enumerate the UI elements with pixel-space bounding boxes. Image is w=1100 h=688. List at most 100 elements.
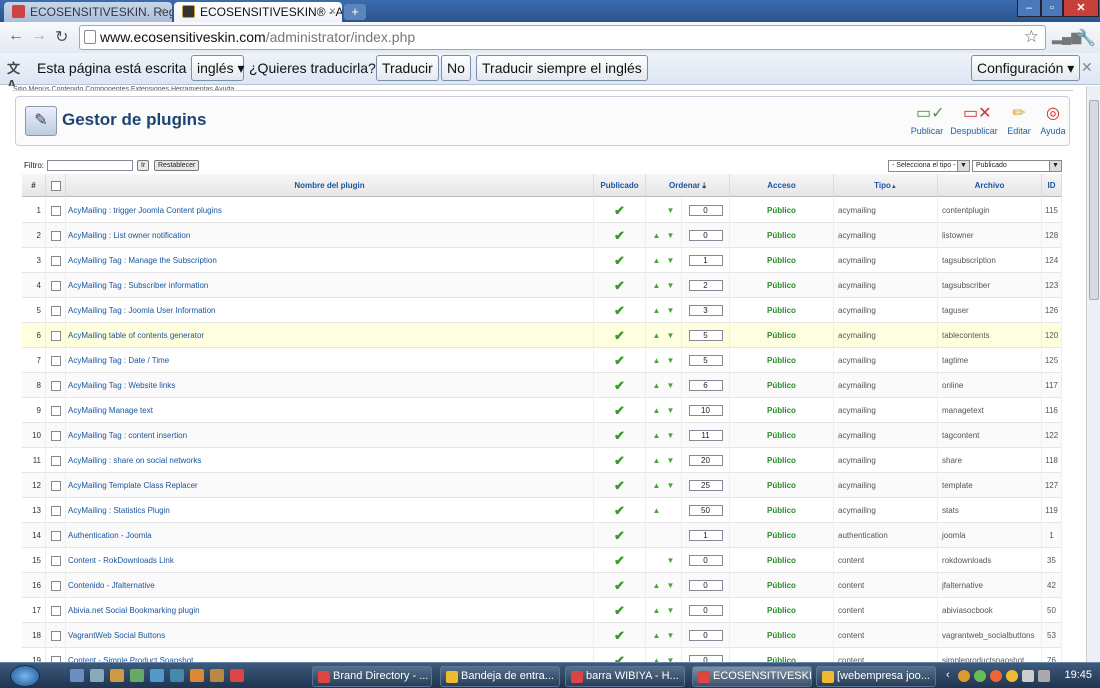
publish-button[interactable]: ▭✓ Publicar — [902, 105, 952, 136]
scrollbar-thumb[interactable] — [1089, 100, 1099, 300]
plugin-name-link[interactable]: AcyMailing : trigger Joomla Content plug… — [66, 198, 594, 223]
move-up-icon[interactable]: ▲ — [650, 423, 664, 448]
row-checkbox[interactable] — [50, 255, 61, 266]
row-checkbox[interactable] — [50, 580, 61, 591]
app-icon[interactable] — [170, 669, 184, 682]
row-checkbox[interactable] — [50, 305, 61, 316]
maximize-icon[interactable]: ▫ — [1041, 0, 1063, 17]
move-up-icon[interactable]: ▲ — [650, 598, 664, 623]
plugin-name-link[interactable]: AcyMailing Manage text — [66, 398, 594, 423]
bookmark-star-icon[interactable]: ☆ — [1024, 27, 1039, 47]
published-check-icon[interactable]: ✔ — [594, 448, 646, 473]
plugin-name-link[interactable]: AcyMailing : share on social networks — [66, 448, 594, 473]
access-level[interactable]: Público — [730, 348, 834, 373]
published-check-icon[interactable]: ✔ — [594, 623, 646, 648]
move-down-icon[interactable]: ▼ — [664, 298, 678, 323]
published-check-icon[interactable]: ✔ — [594, 648, 646, 662]
order-input[interactable]: 10 — [688, 405, 723, 417]
order-input[interactable]: 0 — [688, 580, 723, 592]
move-down-icon[interactable]: ▼ — [664, 623, 678, 648]
close-translate-bar-icon[interactable]: ✕ — [1081, 59, 1093, 76]
plugin-name-link[interactable]: Contenido - Jfalternative — [66, 573, 594, 598]
always-translate-button[interactable]: Traducir siempre el inglés — [476, 55, 648, 81]
move-down-icon[interactable]: ▼ — [664, 373, 678, 398]
state-select[interactable]: Publicado ▼ — [972, 160, 1062, 172]
move-down-icon[interactable]: ▼ — [664, 598, 678, 623]
access-level[interactable]: Público — [730, 473, 834, 498]
show-desktop-icon[interactable] — [70, 669, 84, 682]
plugin-name-link[interactable]: Content - RokDownloads Link — [66, 548, 594, 573]
plugin-name-link[interactable]: AcyMailing Template Class Replacer — [66, 473, 594, 498]
select-all-checkbox[interactable] — [50, 180, 61, 191]
move-down-icon[interactable]: ▼ — [664, 423, 678, 448]
access-level[interactable]: Público — [730, 548, 834, 573]
network-icon[interactable] — [1022, 670, 1034, 682]
firefox-icon[interactable] — [190, 669, 204, 682]
row-checkbox[interactable] — [50, 405, 61, 416]
plugin-name-link[interactable]: AcyMailing table of contents generator — [66, 323, 594, 348]
wrench-icon[interactable]: 🔧 — [1076, 28, 1096, 48]
volume-icon[interactable] — [1038, 670, 1050, 682]
app-icon[interactable] — [210, 669, 224, 682]
taskbar-task-button[interactable]: Brand Directory - ... — [312, 666, 432, 687]
row-checkbox[interactable] — [50, 455, 61, 466]
header-file[interactable]: Archivo — [938, 174, 1042, 197]
access-level[interactable]: Público — [730, 273, 834, 298]
access-level[interactable]: Público — [730, 623, 834, 648]
order-input[interactable]: 1 — [688, 530, 723, 542]
move-down-icon[interactable]: ▼ — [664, 248, 678, 273]
move-up-icon[interactable]: ▲ — [650, 298, 664, 323]
order-input[interactable]: 11 — [688, 430, 723, 442]
row-checkbox[interactable] — [50, 230, 61, 241]
row-checkbox[interactable] — [50, 505, 61, 516]
move-up-icon[interactable]: ▲ — [650, 323, 664, 348]
order-input[interactable]: 0 — [688, 655, 723, 662]
row-checkbox[interactable] — [50, 555, 61, 566]
admin-top-menu[interactable]: Sitio Menús Contenido Componentes Extens… — [13, 86, 1073, 91]
order-input[interactable]: 0 — [688, 230, 723, 242]
access-level[interactable]: Público — [730, 498, 834, 523]
plugin-name-link[interactable]: AcyMailing Tag : Date / Time — [66, 348, 594, 373]
close-window-icon[interactable]: ✕ — [1063, 0, 1099, 17]
order-input[interactable]: 0 — [688, 555, 723, 567]
tray-expand-icon[interactable]: ‹ — [946, 669, 950, 681]
plugin-name-link[interactable]: Authentication - Joomla — [66, 523, 594, 548]
header-order[interactable]: Ordenar ⤓ — [646, 174, 730, 197]
plugin-name-link[interactable]: AcyMailing Tag : content insertion — [66, 423, 594, 448]
move-down-icon[interactable]: ▼ — [664, 648, 678, 662]
move-up-icon[interactable]: ▲ — [650, 373, 664, 398]
access-level[interactable]: Público — [730, 398, 834, 423]
move-down-icon[interactable]: ▼ — [664, 348, 678, 373]
published-check-icon[interactable]: ✔ — [594, 198, 646, 223]
move-down-icon[interactable]: ▼ — [664, 223, 678, 248]
access-level[interactable]: Público — [730, 298, 834, 323]
browser-tab-2[interactable]: ECOSENSITIVESKIN® - Adm × — [174, 2, 342, 22]
order-input[interactable]: 0 — [688, 630, 723, 642]
tray-app-icon[interactable] — [990, 670, 1002, 682]
published-check-icon[interactable]: ✔ — [594, 573, 646, 598]
move-up-icon[interactable]: ▲ — [650, 623, 664, 648]
order-input[interactable]: 3 — [688, 305, 723, 317]
move-up-icon[interactable]: ▲ — [650, 348, 664, 373]
move-down-icon[interactable]: ▼ — [664, 198, 678, 223]
taskbar-task-button[interactable]: [webempresa joo... — [816, 666, 936, 687]
move-up-icon[interactable]: ▲ — [650, 498, 664, 523]
row-checkbox[interactable] — [50, 630, 61, 641]
order-input[interactable]: 0 — [688, 605, 723, 617]
header-access[interactable]: Acceso — [730, 174, 834, 197]
order-input[interactable]: 20 — [688, 455, 723, 467]
filter-input[interactable] — [47, 160, 133, 171]
move-up-icon[interactable]: ▲ — [650, 248, 664, 273]
row-checkbox[interactable] — [50, 605, 61, 616]
plugin-name-link[interactable]: AcyMailing Tag : Joomla User Information — [66, 298, 594, 323]
move-down-icon[interactable]: ▼ — [664, 548, 678, 573]
move-up-icon[interactable]: ▲ — [650, 398, 664, 423]
published-check-icon[interactable]: ✔ — [594, 523, 646, 548]
published-check-icon[interactable]: ✔ — [594, 548, 646, 573]
page-scrollbar[interactable] — [1086, 86, 1100, 662]
order-input[interactable]: 6 — [688, 380, 723, 392]
plugin-name-link[interactable]: AcyMailing Tag : Subscriber information — [66, 273, 594, 298]
tray-app-icon[interactable] — [1006, 670, 1018, 682]
published-check-icon[interactable]: ✔ — [594, 473, 646, 498]
move-down-icon[interactable]: ▼ — [664, 473, 678, 498]
